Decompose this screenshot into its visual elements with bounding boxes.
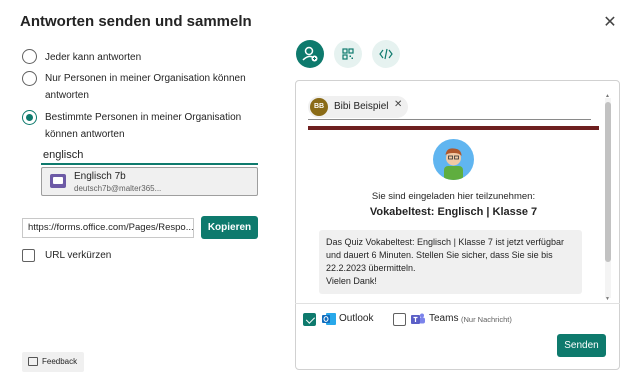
outlook-checkbox[interactable] bbox=[303, 313, 316, 326]
teacher-illustration bbox=[433, 139, 474, 180]
email-preview-panel bbox=[295, 80, 620, 370]
message-line: 22.2.2023 übermitteln. bbox=[326, 263, 416, 273]
person-add-icon bbox=[302, 46, 318, 62]
radio-button-selected[interactable] bbox=[22, 110, 37, 125]
radio-label: Nur Personen in meiner Organisation könn… bbox=[45, 73, 246, 84]
shorten-url-checkbox[interactable] bbox=[22, 249, 35, 262]
radio-option-organization[interactable]: Nur Personen in meiner Organisation könn… bbox=[22, 70, 267, 104]
form-url-field[interactable]: https://forms.office.com/Pages/Respo... bbox=[22, 218, 194, 238]
quiz-title: Vokabeltest: Englisch | Klasse 7 bbox=[369, 206, 538, 218]
close-icon[interactable]: ✕ bbox=[394, 99, 402, 110]
suggestion-email: deutsch7b@malter365... bbox=[74, 184, 162, 193]
scroll-down-icon[interactable]: ▼ bbox=[605, 296, 610, 302]
copy-button[interactable]: Kopieren bbox=[201, 216, 258, 239]
radio-label: können antworten bbox=[45, 129, 125, 140]
preview-scrollbar[interactable] bbox=[605, 98, 611, 298]
teams-checkbox[interactable] bbox=[393, 313, 406, 326]
group-icon bbox=[50, 174, 66, 188]
feedback-label: Feedback bbox=[42, 357, 78, 366]
suggestion-name: Englisch 7b bbox=[74, 171, 126, 182]
recipient-name: Bibi Beispiel bbox=[334, 101, 389, 112]
outlook-icon bbox=[322, 313, 336, 325]
tab-invite-people[interactable] bbox=[296, 40, 324, 68]
outlook-label: Outlook bbox=[339, 313, 374, 324]
radio-label: antworten bbox=[45, 90, 89, 101]
message-line: Vielen Dank! bbox=[326, 276, 377, 286]
dialog-title: Antworten senden und sammeln bbox=[20, 13, 252, 30]
recipient-field-underline bbox=[308, 119, 591, 120]
divider bbox=[295, 303, 620, 304]
radio-option-specific-people[interactable]: Bestimmte Personen in meiner Organisatio… bbox=[22, 109, 267, 143]
teams-label: Teams bbox=[429, 313, 459, 324]
suggestion-item[interactable]: Englisch 7b deutsch7b@malter365... bbox=[41, 167, 258, 196]
scroll-thumb[interactable] bbox=[605, 102, 611, 262]
radio-label: Bestimmte Personen in meiner Organisatio… bbox=[45, 112, 242, 123]
teams-note: (Nur Nachricht) bbox=[461, 315, 512, 324]
message-line: und dauert 6 Minuten. Stellen Sie sicher… bbox=[326, 250, 553, 260]
radio-option-everyone[interactable]: Jeder kann antworten bbox=[22, 49, 262, 66]
feedback-button[interactable]: Feedback bbox=[22, 352, 84, 372]
shorten-url-label: URL verkürzen bbox=[45, 250, 112, 261]
teams-icon bbox=[411, 313, 425, 324]
theme-banner bbox=[308, 126, 599, 130]
people-search-input[interactable] bbox=[41, 146, 258, 165]
tab-qr-code[interactable] bbox=[334, 40, 362, 68]
qr-code-icon bbox=[342, 48, 354, 60]
tab-embed[interactable] bbox=[372, 40, 400, 68]
message-line: Das Quiz Vokabeltest: Englisch | Klasse … bbox=[326, 237, 564, 247]
invite-text: Sie sind eingeladen hier teilzunehmen: bbox=[371, 191, 536, 202]
code-icon bbox=[379, 48, 393, 60]
send-button[interactable]: Senden bbox=[557, 334, 606, 357]
message-box[interactable]: Das Quiz Vokabeltest: Englisch | Klasse … bbox=[319, 230, 582, 294]
feedback-icon bbox=[28, 357, 38, 366]
avatar: BB bbox=[310, 98, 328, 116]
close-icon[interactable]: ✕ bbox=[600, 13, 620, 33]
radio-label: Jeder kann antworten bbox=[45, 52, 142, 63]
radio-button[interactable] bbox=[22, 71, 37, 86]
radio-button[interactable] bbox=[22, 49, 37, 64]
recipient-chip: BB Bibi Beispiel ✕ bbox=[308, 96, 408, 118]
